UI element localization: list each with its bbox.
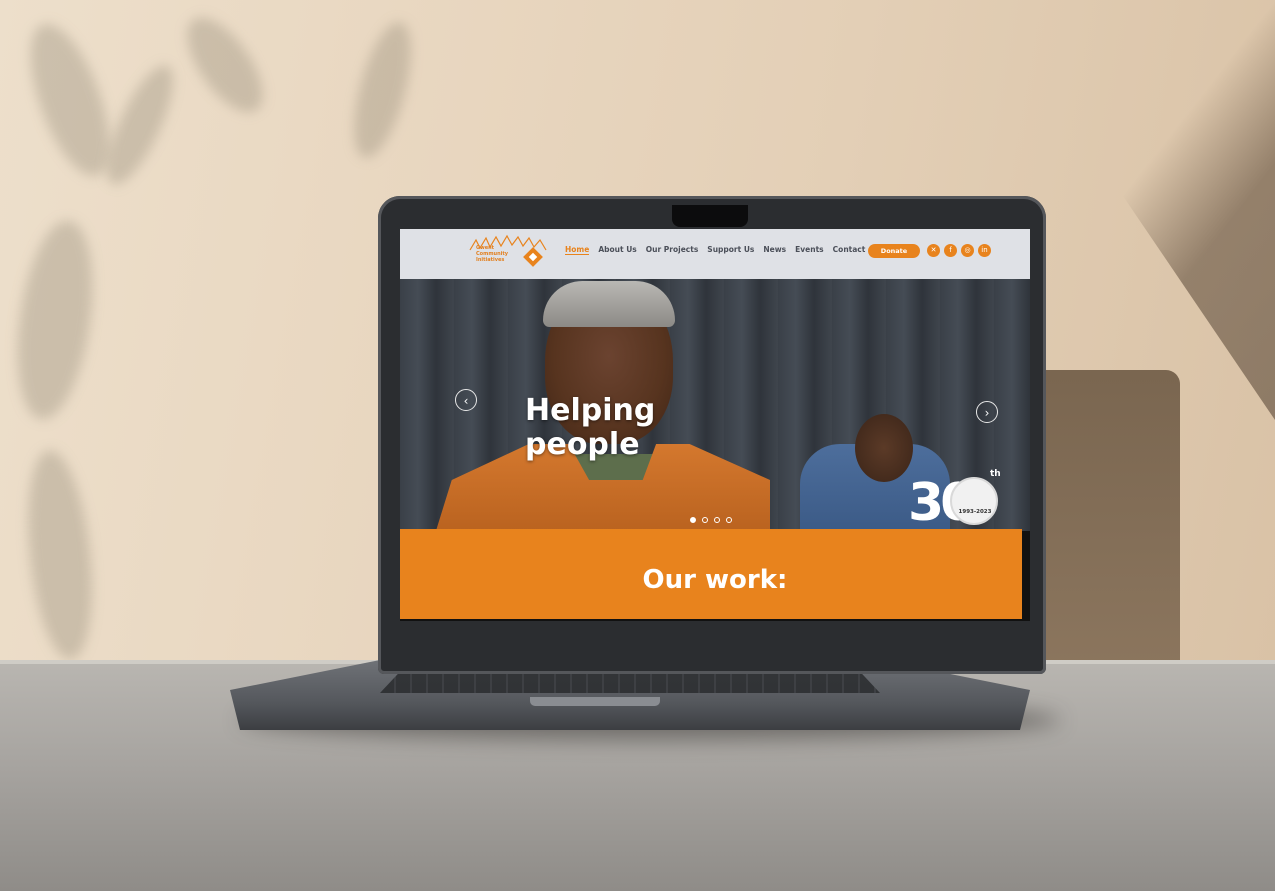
hero-title: Helping people [525,394,695,462]
nav-item-support-us[interactable]: Support Us [707,245,754,255]
box-backdrop [1030,370,1180,700]
nav-item-about-us[interactable]: About Us [598,245,636,255]
carousel-dot[interactable] [726,517,732,523]
carousel-prev-icon[interactable]: ‹ [455,389,477,411]
badge-seal-icon [950,477,998,525]
laptop-screen: Gwent Community Initiatives Home About U… [400,229,1030,621]
x-icon[interactable]: ✕ [927,244,940,257]
section-title: Our work: [642,565,788,595]
hero-carousel: Helping people ‹ › 30 th 1993-2023 [400,279,1030,534]
nav-item-news[interactable]: News [763,245,786,255]
badge-years: 1993-2023 [958,509,992,515]
main-menu: Home About Us Our Projects Support Us Ne… [565,245,865,255]
donate-button[interactable]: Donate [868,244,920,258]
nav-item-home[interactable]: Home [565,245,590,255]
carousel-next-icon[interactable]: › [976,401,998,423]
hero-title-line: people [525,427,640,462]
nav-item-events[interactable]: Events [795,245,824,255]
facebook-icon[interactable]: f [944,244,957,257]
site-header: Gwent Community Initiatives Home About U… [400,229,1030,279]
carousel-dot[interactable] [714,517,720,523]
nav-item-our-projects[interactable]: Our Projects [646,245,699,255]
laptop-lip [530,697,660,706]
carousel-dots [690,517,732,523]
anniversary-badge: 30 th 1993-2023 [908,469,1006,533]
hero-title-line: Helping [525,393,656,428]
carousel-dot[interactable] [690,517,696,523]
carousel-dot[interactable] [702,517,708,523]
camera-notch [672,205,748,227]
nav-item-contact[interactable]: Contact [833,245,866,255]
instagram-icon[interactable]: ◎ [961,244,974,257]
badge-suffix: th [990,469,1001,479]
hero-photo-person [543,281,675,327]
linkedin-icon[interactable]: in [978,244,991,257]
hero-photo-person [855,414,913,482]
logo-text: Gwent Community Initiatives [476,245,509,263]
